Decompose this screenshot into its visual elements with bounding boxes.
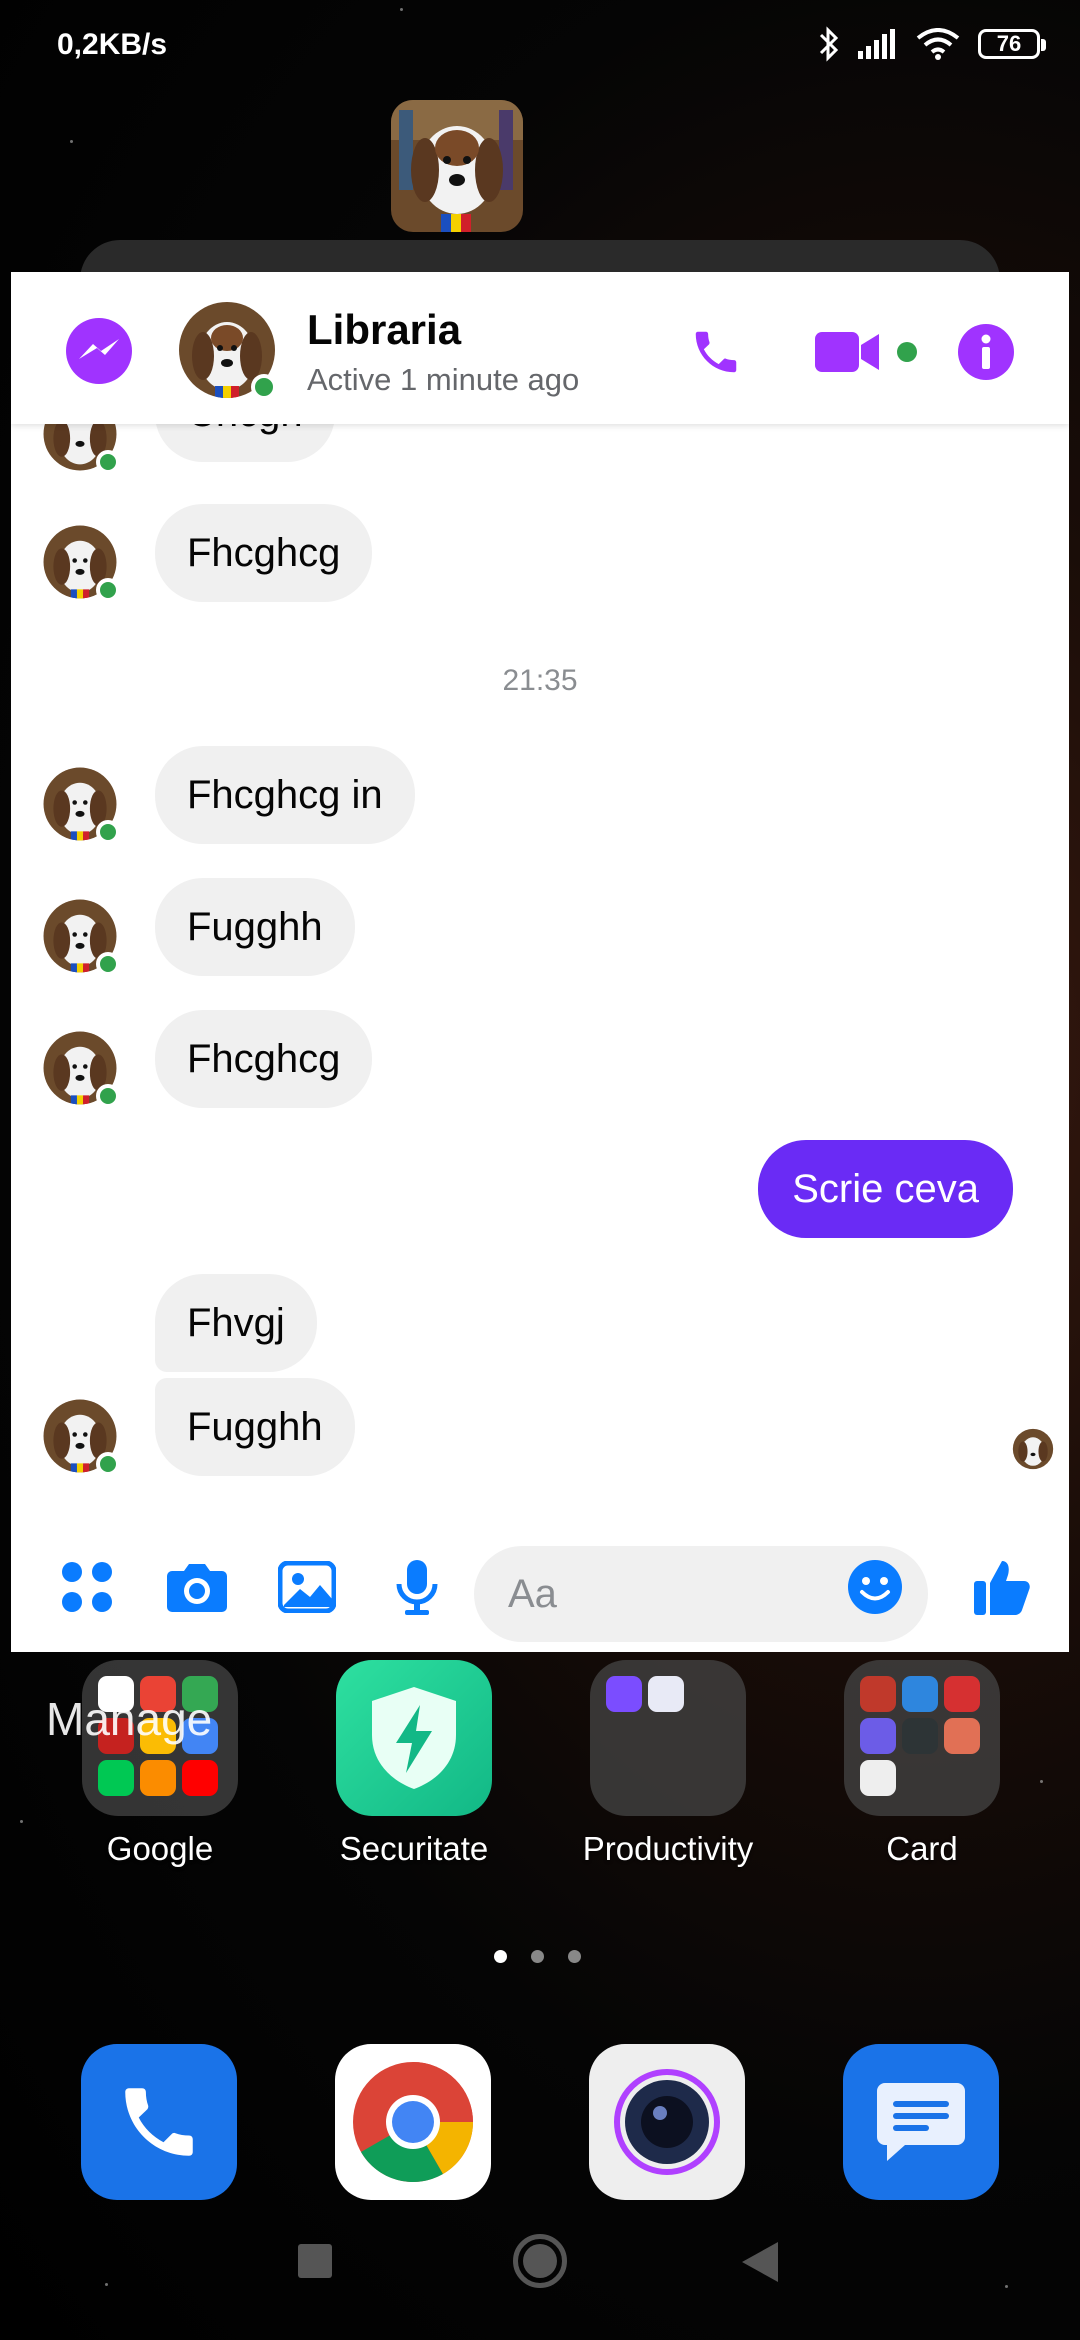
- gallery-button[interactable]: [272, 1552, 342, 1622]
- thumbs-up-icon: [974, 1561, 1030, 1615]
- online-indicator: [96, 450, 120, 474]
- battery-level: 76: [996, 31, 1022, 56]
- app-label: Securitate: [339, 1830, 489, 1867]
- page-dot: [531, 1950, 544, 1963]
- messenger-logo-icon[interactable]: [65, 317, 133, 385]
- like-button[interactable]: [967, 1552, 1037, 1622]
- productivity-folder[interactable]: Productivity: [558, 1660, 778, 1868]
- phone-app[interactable]: [81, 2044, 237, 2200]
- online-indicator: [96, 820, 120, 844]
- dog-avatar-icon: [391, 100, 523, 232]
- message-list[interactable]: Chcgh Fhcghcg 21:35 Fhcghcg in Fugghh Fh…: [11, 424, 1069, 1520]
- page-dot: [568, 1950, 581, 1963]
- microphone-icon: [396, 1560, 438, 1615]
- online-indicator: [96, 1452, 120, 1476]
- sender-avatar[interactable]: [42, 766, 120, 844]
- online-indicator: [96, 952, 120, 976]
- camera-app[interactable]: [589, 2044, 745, 2200]
- emoji-button[interactable]: [840, 1552, 910, 1622]
- image-icon: [278, 1561, 336, 1613]
- manage-label: Manage: [46, 1693, 213, 1745]
- camera-icon: [167, 1564, 227, 1612]
- online-indicator: [96, 578, 120, 602]
- voice-call-button[interactable]: [681, 317, 751, 387]
- video-camera-icon: [815, 332, 879, 372]
- message-bubble-incoming[interactable]: Chcgh: [155, 424, 335, 462]
- home-button[interactable]: [513, 2234, 567, 2288]
- info-icon: [958, 324, 1014, 380]
- four-dots-icon: [62, 1562, 112, 1612]
- sender-avatar[interactable]: [42, 898, 120, 976]
- dog-avatar-icon: [1012, 1428, 1054, 1470]
- chrome-app[interactable]: [335, 2044, 491, 2200]
- messenger-chat-panel: Libraria Active 1 minute ago Chcgh Fhcgh…: [11, 272, 1069, 1652]
- chrome-icon: [353, 2062, 473, 2183]
- online-indicator: [251, 374, 277, 400]
- sender-avatar[interactable]: [42, 424, 120, 474]
- message-timestamp: 21:35: [502, 664, 578, 697]
- online-indicator: [96, 1084, 120, 1108]
- securitate-app[interactable]: Securitate: [304, 1660, 524, 1868]
- recents-button[interactable]: [298, 2244, 332, 2278]
- camera-button[interactable]: [162, 1552, 232, 1622]
- chat-head-bubble[interactable]: [391, 100, 523, 232]
- sender-avatar[interactable]: [42, 1030, 120, 1108]
- back-button[interactable]: [740, 2240, 780, 2284]
- sender-avatar[interactable]: [42, 524, 120, 602]
- message-bubble-incoming[interactable]: Fugghh: [155, 878, 355, 976]
- message-bubble-incoming[interactable]: Fhcghcg: [155, 504, 373, 602]
- message-bubble-incoming[interactable]: Fhvgj: [155, 1274, 317, 1372]
- home-button-inner: [523, 2244, 557, 2278]
- dock: [0, 2044, 1080, 2204]
- messages-app[interactable]: [843, 2044, 999, 2200]
- status-icons: 76: [818, 26, 1046, 62]
- message-bubble-incoming[interactable]: Fhcghcg: [155, 1010, 373, 1108]
- bluetooth-icon: [819, 26, 839, 62]
- message-bubble-outgoing[interactable]: Scrie ceva: [758, 1140, 1013, 1238]
- card-games-folder-icon: [844, 1660, 1000, 1816]
- voice-message-button[interactable]: [382, 1552, 452, 1622]
- navigation-bar: [0, 2230, 1080, 2320]
- camera-lens-icon: [614, 2069, 720, 2175]
- message-composer: [11, 1520, 1069, 1652]
- signal-icon: [858, 29, 895, 59]
- info-button[interactable]: [951, 317, 1021, 387]
- read-receipt-avatar: [1012, 1428, 1054, 1470]
- card-folder[interactable]: Card: [812, 1660, 1032, 1868]
- security-shield-icon: [336, 1660, 492, 1816]
- phone-icon: [125, 2088, 193, 2156]
- smiley-icon: [848, 1560, 902, 1614]
- phone-icon: [695, 331, 737, 373]
- app-label: Productivity: [582, 1830, 754, 1867]
- productivity-folder-icon: [590, 1660, 746, 1816]
- video-call-button[interactable]: [811, 317, 921, 387]
- video-active-dot: [897, 342, 917, 362]
- wifi-icon: [916, 28, 960, 60]
- sender-avatar[interactable]: [42, 1398, 120, 1476]
- page-indicator: [494, 1950, 581, 1963]
- page-dot-active: [494, 1950, 507, 1963]
- contact-name[interactable]: Libraria: [307, 306, 461, 354]
- message-icon: [877, 2083, 965, 2161]
- status-bar: 0,2KB/s 76: [0, 0, 1080, 95]
- app-label: Google: [106, 1830, 214, 1867]
- message-bubble-incoming[interactable]: Fhcghcg in: [155, 746, 415, 844]
- chat-header: Libraria Active 1 minute ago: [11, 272, 1069, 424]
- battery-indicator: 76: [978, 29, 1046, 59]
- network-speed: 0,2KB/s: [57, 28, 168, 61]
- app-label: Card: [886, 1830, 958, 1867]
- message-bubble-incoming[interactable]: Fugghh: [155, 1378, 355, 1476]
- contact-status: Active 1 minute ago: [307, 362, 580, 397]
- more-actions-button[interactable]: [52, 1552, 122, 1622]
- contact-avatar[interactable]: [177, 300, 277, 400]
